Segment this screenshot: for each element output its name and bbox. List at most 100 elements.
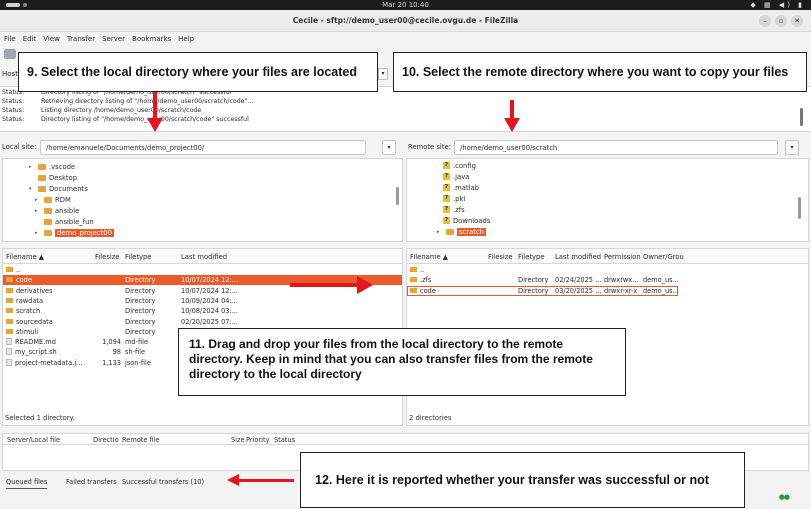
col-last-modified[interactable]: Last modified <box>181 253 227 261</box>
local-status: Selected 1 directory. <box>5 414 75 422</box>
col-filename[interactable]: Filename ▲ <box>6 253 44 261</box>
tree-item[interactable]: ▸ .vscode <box>29 161 75 172</box>
unknown-folder-icon: ? <box>443 173 450 180</box>
local-tree-scrollbar[interactable] <box>396 187 399 205</box>
connection-status-icon: ●● <box>778 493 790 501</box>
tree-item[interactable]: Desktop <box>29 172 77 183</box>
folder-icon <box>6 277 13 283</box>
close-button[interactable]: ✕ <box>791 15 803 27</box>
expand-icon: ▸ <box>29 163 32 170</box>
remote-tree-scrollbar[interactable] <box>798 197 801 219</box>
expand-icon: ▸ <box>35 207 38 214</box>
folder-icon <box>44 207 52 214</box>
tab-failed-transfers[interactable]: Failed transfers <box>66 478 117 486</box>
remote-site-bar: Remote site: /home/demo_user00/scratch ▾ <box>406 138 811 156</box>
local-path-dropdown-icon[interactable]: ▾ <box>382 140 396 155</box>
menu-help[interactable]: Help <box>174 32 197 43</box>
col-priority[interactable]: Priority <box>246 436 269 444</box>
col-direction[interactable]: Directio <box>93 436 119 444</box>
tree-item-selected[interactable]: ▸ demo_project00 <box>35 227 114 238</box>
tree-item[interactable]: ▾ Documents <box>29 183 88 194</box>
menu-view[interactable]: View <box>39 32 63 43</box>
tree-item[interactable]: ? .pki <box>443 193 465 204</box>
menu-file[interactable]: File <box>0 32 19 43</box>
quickconnect-dropdown-icon[interactable]: ▾ <box>378 68 388 80</box>
folder-icon <box>44 229 52 236</box>
cell-owner-group: demo_us... <box>643 276 679 285</box>
col-owner-group[interactable]: Owner/Grou <box>643 253 684 261</box>
expand-icon: ▸ <box>35 229 38 236</box>
col-filetype[interactable]: Filetype <box>518 253 545 261</box>
unknown-folder-icon: ? <box>443 217 450 224</box>
cell-last-modified: 10/09/2024 04:... <box>181 296 238 305</box>
cell-filetype: Directory <box>125 286 156 295</box>
tree-item[interactable]: ▸ RDM <box>35 194 71 205</box>
annotation-step-12: 12. Here it is reported whether your tra… <box>300 452 745 508</box>
col-server-local-file[interactable]: Server/Local file <box>7 436 60 444</box>
tree-item[interactable]: ▸ ansible <box>35 205 79 216</box>
menu-server[interactable]: Server <box>98 32 128 43</box>
system-tray-icons[interactable]: ◆ ▦ ◀) ▮ <box>750 1 805 9</box>
log-scrollbar[interactable] <box>800 108 803 126</box>
col-filesize[interactable]: Filesize <box>95 253 120 261</box>
log-row: Status: Retrieving directory listing of "… <box>2 98 254 105</box>
cell-filename: .. <box>6 266 20 274</box>
col-remote-file[interactable]: Remote file <box>122 436 160 444</box>
folder-icon <box>38 185 46 192</box>
col-filetype[interactable]: Filetype <box>125 253 152 261</box>
queue-header: Server/Local file Directio Remote file S… <box>2 433 809 445</box>
col-status[interactable]: Status <box>274 436 295 444</box>
col-permission[interactable]: Permission <box>604 253 641 261</box>
tree-item[interactable]: ansible_fun <box>35 216 94 227</box>
tab-successful-transfers[interactable]: Successful transfers (10) <box>122 478 204 486</box>
remote-site-label: Remote site: <box>408 143 451 151</box>
cell-permission: drwxr-xr-x <box>604 286 638 295</box>
cell-filesize: 98 <box>112 348 121 357</box>
menu-transfer[interactable]: Transfer <box>63 32 98 43</box>
tree-item[interactable]: ? .config <box>443 160 476 171</box>
tree-item[interactable]: ? .zfs <box>443 204 465 215</box>
table-row[interactable]: scratch Directory 10/08/2024 03:... <box>3 306 402 316</box>
menu-edit[interactable]: Edit <box>19 32 40 43</box>
table-row[interactable]: code Directory 03/20/2025 ... drwxr-xr-x dem… <box>407 285 679 296</box>
folder-icon <box>44 218 52 225</box>
table-row[interactable]: sourcedata Directory 02/20/2025 07:... <box>3 317 402 327</box>
collapse-icon: ▾ <box>29 185 32 192</box>
local-path-input[interactable]: /home/emanuele/Documents/demo_project00/ <box>40 140 366 155</box>
tree-item-selected[interactable]: ▸ scratch <box>437 226 486 237</box>
remote-path-input[interactable]: /home/demo_user00/scratch <box>454 140 778 155</box>
minimize-button[interactable]: – <box>759 15 771 27</box>
table-row[interactable]: .. <box>3 265 402 275</box>
menu-bookmarks[interactable]: Bookmarks <box>128 32 174 43</box>
folder-icon <box>410 287 417 293</box>
table-row[interactable]: rawdata Directory 10/09/2024 04:... <box>3 296 402 306</box>
folder-icon <box>6 287 13 293</box>
log-row: Status: Listing directory /home/demo_user… <box>2 107 202 114</box>
arrow-step-9-shaft <box>153 92 157 120</box>
cell-last-modified: 10/07/2024 12:... <box>181 286 238 295</box>
table-row[interactable]: .zfs Directory 02/24/2025 ... drwxrwx... dem… <box>407 275 679 285</box>
system-clock[interactable]: Mar 20 10:40 <box>0 1 811 9</box>
folder-icon <box>6 328 13 334</box>
tab-queued-files[interactable]: Queued files <box>6 478 48 489</box>
local-list-header: Filename ▲ Filesize Filetype Last modifi… <box>3 249 402 264</box>
col-filesize[interactable]: Filesize <box>488 253 513 261</box>
table-row[interactable]: derivatives Directory 10/07/2024 12:... <box>3 286 402 296</box>
site-manager-icon[interactable] <box>4 49 16 59</box>
maximize-button[interactable]: ▫ <box>775 15 787 27</box>
tree-item[interactable]: ? .java <box>443 171 469 182</box>
cell-filename: README.md <box>6 338 56 346</box>
queue-tabs: Queued files Failed transfers Successful… <box>0 472 320 492</box>
arrow-step-12-head <box>227 474 239 486</box>
col-filename[interactable]: Filename ▲ <box>410 253 448 261</box>
remote-path-dropdown-icon[interactable]: ▾ <box>785 140 799 155</box>
col-last-modified[interactable]: Last modified <box>555 253 601 261</box>
col-size[interactable]: Size <box>231 436 245 444</box>
tree-item[interactable]: ? Downloads <box>443 215 490 226</box>
system-top-bar: Mar 20 10:40 ◆ ▦ ◀) ▮ <box>0 0 811 10</box>
cell-last-modified: 03/20/2025 ... <box>555 286 602 295</box>
window-title: Cecile - sftp://demo_user00@cecile.ovgu.… <box>292 16 519 25</box>
cell-filetype: md-file <box>125 338 149 347</box>
tree-item[interactable]: ? .matlab <box>443 182 479 193</box>
table-row[interactable]: .. <box>407 265 678 275</box>
